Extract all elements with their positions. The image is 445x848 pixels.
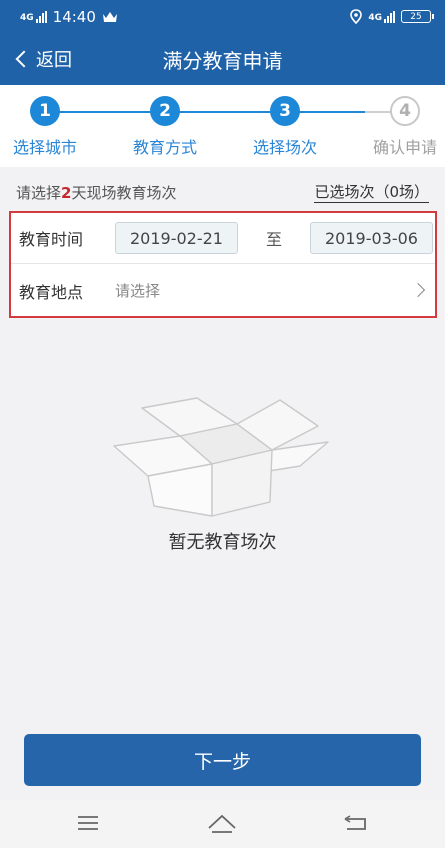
place-row[interactable]: 教育地点 请选择 [11, 265, 435, 316]
status-left: 4G 14:40 [20, 8, 118, 26]
empty-box-icon [113, 397, 329, 517]
to-label: 至 [265, 230, 282, 249]
step-indicator: 1 选择城市 2 教育方式 3 选择场次 4 确认申请 [0, 85, 445, 167]
battery-icon: 25 [401, 10, 434, 23]
home-icon[interactable] [202, 808, 242, 838]
status-time: 14:40 [52, 7, 96, 26]
signal-icon: 4G [20, 10, 47, 23]
network-type-right: 4G [368, 12, 382, 23]
back-label: 返回 [36, 50, 72, 71]
hint-suffix: 天现场教育场次 [71, 183, 177, 202]
time-row: 教育时间 2019-02-21 至 2019-03-06 [11, 213, 435, 264]
place-select[interactable]: 请选择 [115, 280, 160, 301]
battery-level: 25 [410, 11, 422, 22]
location-icon [350, 9, 363, 24]
signal-right-icon: 4G [368, 10, 395, 23]
session-info-row: 请选择2天现场教育场次 已选场次（0场） [0, 173, 445, 211]
menu-icon[interactable] [68, 808, 108, 838]
crown-icon [102, 11, 117, 22]
step-2-number: 2 [150, 96, 180, 126]
step-3-label: 选择场次 [252, 138, 317, 157]
chevron-left-icon [15, 50, 33, 68]
hint-prefix: 请选择 [16, 183, 62, 202]
back-nav-icon[interactable] [336, 808, 376, 838]
back-button[interactable]: 返回 [12, 33, 72, 85]
step-4-label: 确认申请 [372, 138, 437, 157]
place-label: 教育地点 [19, 282, 84, 302]
end-date-input[interactable]: 2019-03-06 [310, 222, 433, 254]
network-type: 4G [20, 12, 34, 23]
hint-count: 2 [61, 183, 72, 202]
step-4-number: 4 [390, 96, 420, 126]
nav-bar: 满分教育申请 返回 [0, 33, 445, 85]
step-3: 3 选择场次 [230, 96, 340, 158]
next-step-button[interactable]: 下一步 [24, 734, 421, 786]
status-right: 4G 25 [350, 9, 434, 24]
empty-state-text: 暂无教育场次 [168, 532, 277, 553]
step-1-label: 选择城市 [12, 138, 77, 157]
step-3-number: 3 [270, 96, 300, 126]
status-bar: 4G 14:40 4G 25 [0, 0, 445, 33]
chevron-right-icon [410, 282, 426, 298]
session-hint: 请选择2天现场教育场次 [16, 182, 176, 203]
step-1-number: 1 [30, 96, 60, 126]
selected-sessions-link[interactable]: 已选场次（0场） [314, 181, 429, 203]
step-2: 2 教育方式 [110, 96, 220, 158]
time-label: 教育时间 [19, 230, 84, 249]
filter-form: 教育时间 2019-02-21 至 2019-03-06 教育地点 请选择 [9, 211, 437, 318]
step-2-label: 教育方式 [132, 138, 197, 157]
start-date-input[interactable]: 2019-02-21 [115, 222, 238, 254]
step-1: 1 选择城市 [0, 96, 100, 158]
step-4: 4 确认申请 [350, 96, 445, 158]
system-nav-bar [0, 800, 445, 848]
